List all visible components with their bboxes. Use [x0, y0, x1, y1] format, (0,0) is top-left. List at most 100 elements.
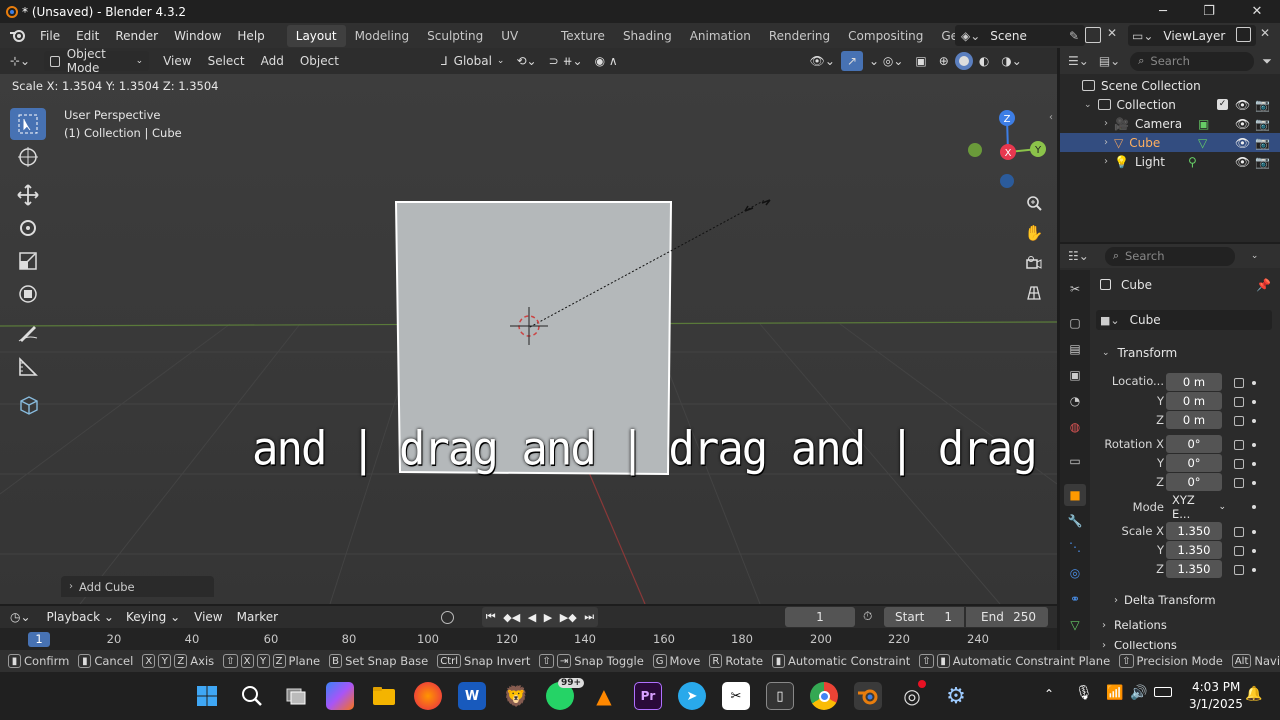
display-mode-icon[interactable]: ▤⌄ — [1099, 54, 1120, 68]
workspace-tab-uv-editing[interactable]: UV Editing — [492, 25, 552, 47]
keyframe-dot-icon[interactable] — [1252, 419, 1256, 423]
keyframe-dot-icon[interactable] — [1252, 481, 1256, 485]
constraints-tab-icon[interactable]: ⚭ — [1064, 588, 1086, 610]
cursor-tool[interactable] — [10, 141, 46, 173]
filter-icon[interactable]: ⏷ — [1262, 54, 1272, 69]
shading-rendered-icon[interactable]: ◑⌄ — [995, 51, 1028, 71]
sidebar-toggle-icon[interactable]: ‹ — [1049, 112, 1053, 123]
scale-y-field[interactable]: 1.350 — [1166, 541, 1222, 559]
clock-time[interactable]: 4:03 PM — [1192, 680, 1240, 694]
keyframe-dot-icon[interactable] — [1252, 568, 1256, 572]
search-icon[interactable] — [238, 682, 266, 710]
jump-end-icon[interactable]: ⏭ — [584, 610, 594, 624]
outliner-row-scene-collection[interactable]: Scene Collection — [1060, 76, 1280, 95]
eye-icon[interactable]: 👁 — [1235, 117, 1250, 131]
vlc-icon[interactable]: ▲ — [590, 682, 618, 710]
collection-tab-icon[interactable]: ▭ — [1064, 450, 1086, 472]
rotation-mode-dropdown[interactable]: XYZ E... ⌄ — [1166, 493, 1226, 521]
timeline[interactable]: ◷⌄ Playback ⌄ Keying ⌄ View Marker ⏮ ◆◀ … — [0, 606, 1057, 650]
file-explorer-icon[interactable] — [370, 682, 398, 710]
end-frame-field[interactable]: End 250 — [966, 607, 1048, 627]
menu-marker[interactable]: Marker — [237, 610, 278, 624]
workspace-tab-texture-paint[interactable]: Texture Paint — [552, 25, 614, 47]
delta-transform-subpanel[interactable]: › Delta Transform — [1110, 591, 1270, 609]
next-keyframe-icon[interactable]: ▶◆ — [560, 611, 577, 624]
clock-date[interactable]: 3/1/2025 — [1189, 697, 1243, 711]
copilot-icon[interactable] — [326, 682, 354, 710]
data-tab-icon[interactable]: ▽ — [1064, 614, 1086, 636]
camera-view-icon[interactable] — [1022, 251, 1046, 275]
delete-scene-icon[interactable]: ✕ — [1107, 26, 1117, 40]
start-frame-field[interactable]: Start 1 — [884, 607, 964, 627]
firefox-icon[interactable] — [414, 682, 442, 710]
jump-start-icon[interactable]: ⏮ — [486, 610, 496, 624]
app-icon[interactable]: ◎ — [898, 680, 926, 710]
chevron-down-icon[interactable]: ⌄ — [1251, 251, 1259, 261]
rotate-tool[interactable] — [10, 212, 46, 244]
editor-type-icon[interactable]: ⊹⌄ — [4, 51, 36, 71]
blender-menu-icon[interactable] — [9, 29, 27, 43]
pan-hand-icon[interactable]: ✋ — [1022, 221, 1046, 245]
render-tab-icon[interactable]: ▢ — [1064, 312, 1086, 334]
settings-icon[interactable]: ⚙ — [942, 682, 970, 710]
proportional-edit-icon[interactable]: ◉ ∧ — [589, 51, 624, 71]
notifications-bell-icon[interactable]: 🔔 — [1245, 686, 1262, 702]
scale-tool[interactable] — [10, 245, 46, 277]
move-tool[interactable] — [10, 179, 46, 211]
overlay-toggle-icon[interactable]: ⌄ ◎⌄ — [863, 51, 909, 71]
shading-material-icon[interactable]: ◐ — [973, 51, 995, 71]
collection-checkbox[interactable]: ✓ — [1217, 99, 1228, 110]
minimize-button[interactable]: ─ — [1140, 0, 1186, 23]
keyframe-dot-icon[interactable] — [1252, 443, 1256, 447]
outliner[interactable]: ☰⌄ ▤⌄ ⌕ Search ⏷ Scene Collection ⌄ Coll… — [1060, 48, 1280, 242]
rotation-y-field[interactable]: 0° — [1166, 454, 1222, 472]
keyframe-dot-icon[interactable] — [1252, 381, 1256, 385]
navigation-gizmo[interactable]: Z X Y — [960, 108, 1050, 194]
zoom-icon[interactable] — [1022, 191, 1046, 215]
transform-tool[interactable] — [10, 278, 46, 310]
lock-icon[interactable] — [1234, 459, 1244, 469]
microphone-icon[interactable]: 🎙 — [1075, 685, 1093, 701]
play-icon[interactable]: ▶ — [544, 611, 552, 624]
lock-icon[interactable] — [1234, 440, 1244, 450]
object-tab-icon[interactable]: ■ — [1064, 484, 1086, 506]
shading-solid-icon[interactable] — [954, 52, 973, 70]
location-x-field[interactable]: 0 m — [1166, 373, 1222, 391]
relations-panel[interactable]: › Relations — [1096, 615, 1272, 635]
workspace-tab-layout[interactable]: Layout — [286, 24, 346, 47]
lock-icon[interactable] — [1234, 546, 1244, 556]
outliner-row-light[interactable]: › 💡 Light ⚲ 👁 📷 — [1060, 152, 1280, 171]
transform-orientation-dropdown[interactable]: ⅃ Global ⌄ — [435, 51, 511, 71]
properties-editor[interactable]: ☷⌄ ⌕ Search ⌄ ✂ ▢ ▤ ▣ ◔ ◍ ▭ ■ 🔧 ⋱ ◎ ⚭ ▽ … — [1060, 244, 1280, 650]
outliner-editor-icon[interactable]: ☰⌄ — [1068, 54, 1089, 68]
gizmo-neg-y-icon[interactable] — [968, 143, 982, 157]
new-scene-icon[interactable] — [1085, 27, 1101, 43]
menu-add[interactable]: Add — [255, 51, 290, 71]
scene-tab-icon[interactable]: ◔ — [1064, 390, 1086, 412]
select-box-tool[interactable] — [10, 108, 46, 140]
close-button[interactable]: ✕ — [1234, 0, 1280, 23]
chrome-icon[interactable] — [810, 682, 838, 710]
menu-object[interactable]: Object — [294, 51, 345, 71]
eye-icon[interactable]: 👁 — [1235, 136, 1250, 150]
pin-icon[interactable]: 📌 — [1256, 278, 1271, 292]
task-view-icon[interactable] — [282, 682, 310, 710]
outliner-search-input[interactable]: ⌕ Search — [1130, 51, 1255, 71]
annotate-tool[interactable] — [10, 316, 46, 348]
telegram-icon[interactable]: ➤ — [678, 682, 706, 710]
mode-selector[interactable]: Object Mode ⌄ — [44, 48, 150, 75]
brave-icon[interactable]: 🦁 — [502, 682, 530, 710]
snap-icon[interactable]: ⊃ ⧺⌄ — [543, 51, 589, 71]
location-y-field[interactable]: 0 m — [1166, 392, 1222, 410]
particles-tab-icon[interactable]: ⋱ — [1064, 536, 1086, 558]
visibility-icon[interactable]: 👁⌄ — [804, 51, 841, 71]
collections-panel[interactable]: › Collections — [1096, 641, 1272, 650]
shading-wireframe-icon[interactable]: ⊕ — [933, 51, 955, 71]
physics-tab-icon[interactable]: ◎ — [1064, 562, 1086, 584]
menu-help[interactable]: Help — [229, 29, 272, 43]
render-camera-icon[interactable]: 📷 — [1255, 136, 1270, 150]
xray-icon[interactable]: ▣ — [909, 51, 932, 71]
lock-icon[interactable] — [1234, 565, 1244, 575]
delete-viewlayer-icon[interactable]: ✕ — [1260, 26, 1270, 40]
timeline-editor-icon[interactable]: ◷⌄ — [10, 610, 31, 624]
